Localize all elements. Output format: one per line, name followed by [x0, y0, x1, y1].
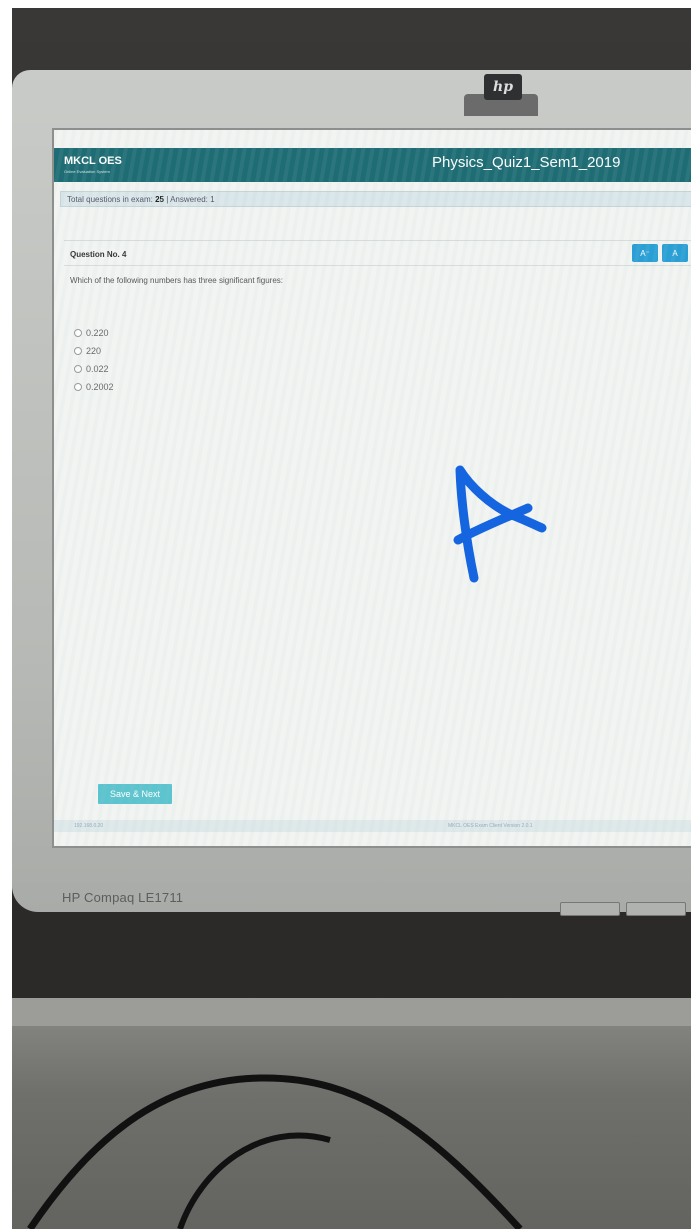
- option-label: 0.2002: [86, 382, 114, 392]
- hp-logo: hp: [484, 74, 522, 100]
- option-2[interactable]: 220: [74, 342, 114, 360]
- total-questions-label: Total questions in exam:: [67, 195, 153, 204]
- question-number: Question No. 4: [70, 250, 127, 259]
- stats-separator: |: [166, 195, 169, 204]
- radio-button[interactable]: [74, 383, 82, 391]
- exam-stats-bar: Total questions in exam: 25 | Answered: …: [60, 191, 691, 207]
- monitor-bezel: hp MKCL OES Online Evaluation System Phy…: [12, 70, 691, 916]
- font-default-button[interactable]: A: [662, 244, 688, 262]
- monitor-model-label: HP Compaq LE1711: [62, 890, 184, 905]
- option-3[interactable]: 0.022: [74, 360, 114, 378]
- question-text: Which of the following numbers has three…: [70, 276, 283, 285]
- desk-surface: [12, 998, 691, 1229]
- answered-label: Answered:: [170, 195, 208, 204]
- desk-ledge: [12, 998, 691, 1026]
- question-header: Question No. 4 A⁻ A: [64, 240, 691, 266]
- screen-moire-pattern: [54, 130, 691, 846]
- app-logo: MKCL OES: [64, 155, 122, 167]
- monitor-buttons: [560, 902, 691, 918]
- option-label: 0.220: [86, 328, 109, 338]
- answered-value: 1: [210, 195, 215, 204]
- photo-background: hp MKCL OES Online Evaluation System Phy…: [12, 8, 691, 1229]
- monitor-button: [560, 902, 620, 916]
- answer-options: 0.220 220 0.022 0.2002: [74, 324, 114, 396]
- option-label: 220: [86, 346, 102, 356]
- footer-version: MKCL OES Exam Client Version 2.0.1: [448, 823, 533, 829]
- monitor-screen: MKCL OES Online Evaluation System Physic…: [52, 128, 691, 848]
- option-1[interactable]: 0.220: [74, 324, 114, 342]
- radio-button[interactable]: [74, 329, 82, 337]
- app-logo-subtitle: Online Evaluation System: [64, 169, 110, 174]
- app-header: MKCL OES Online Evaluation System Physic…: [54, 148, 691, 182]
- footer-ip: 192.168.0.20: [74, 823, 104, 829]
- option-label: 0.022: [86, 364, 109, 374]
- exam-title: Physics_Quiz1_Sem1_2019: [432, 154, 621, 171]
- app-footer: 192.168.0.20 MKCL OES Exam Client Versio…: [54, 820, 691, 832]
- option-4[interactable]: 0.2002: [74, 378, 114, 396]
- total-questions-value: 25: [155, 195, 164, 204]
- monitor-button: [626, 902, 686, 916]
- radio-button[interactable]: [74, 347, 82, 355]
- font-decrease-button[interactable]: A⁻: [632, 244, 658, 262]
- save-next-button[interactable]: Save & Next: [98, 784, 172, 804]
- radio-button[interactable]: [74, 365, 82, 373]
